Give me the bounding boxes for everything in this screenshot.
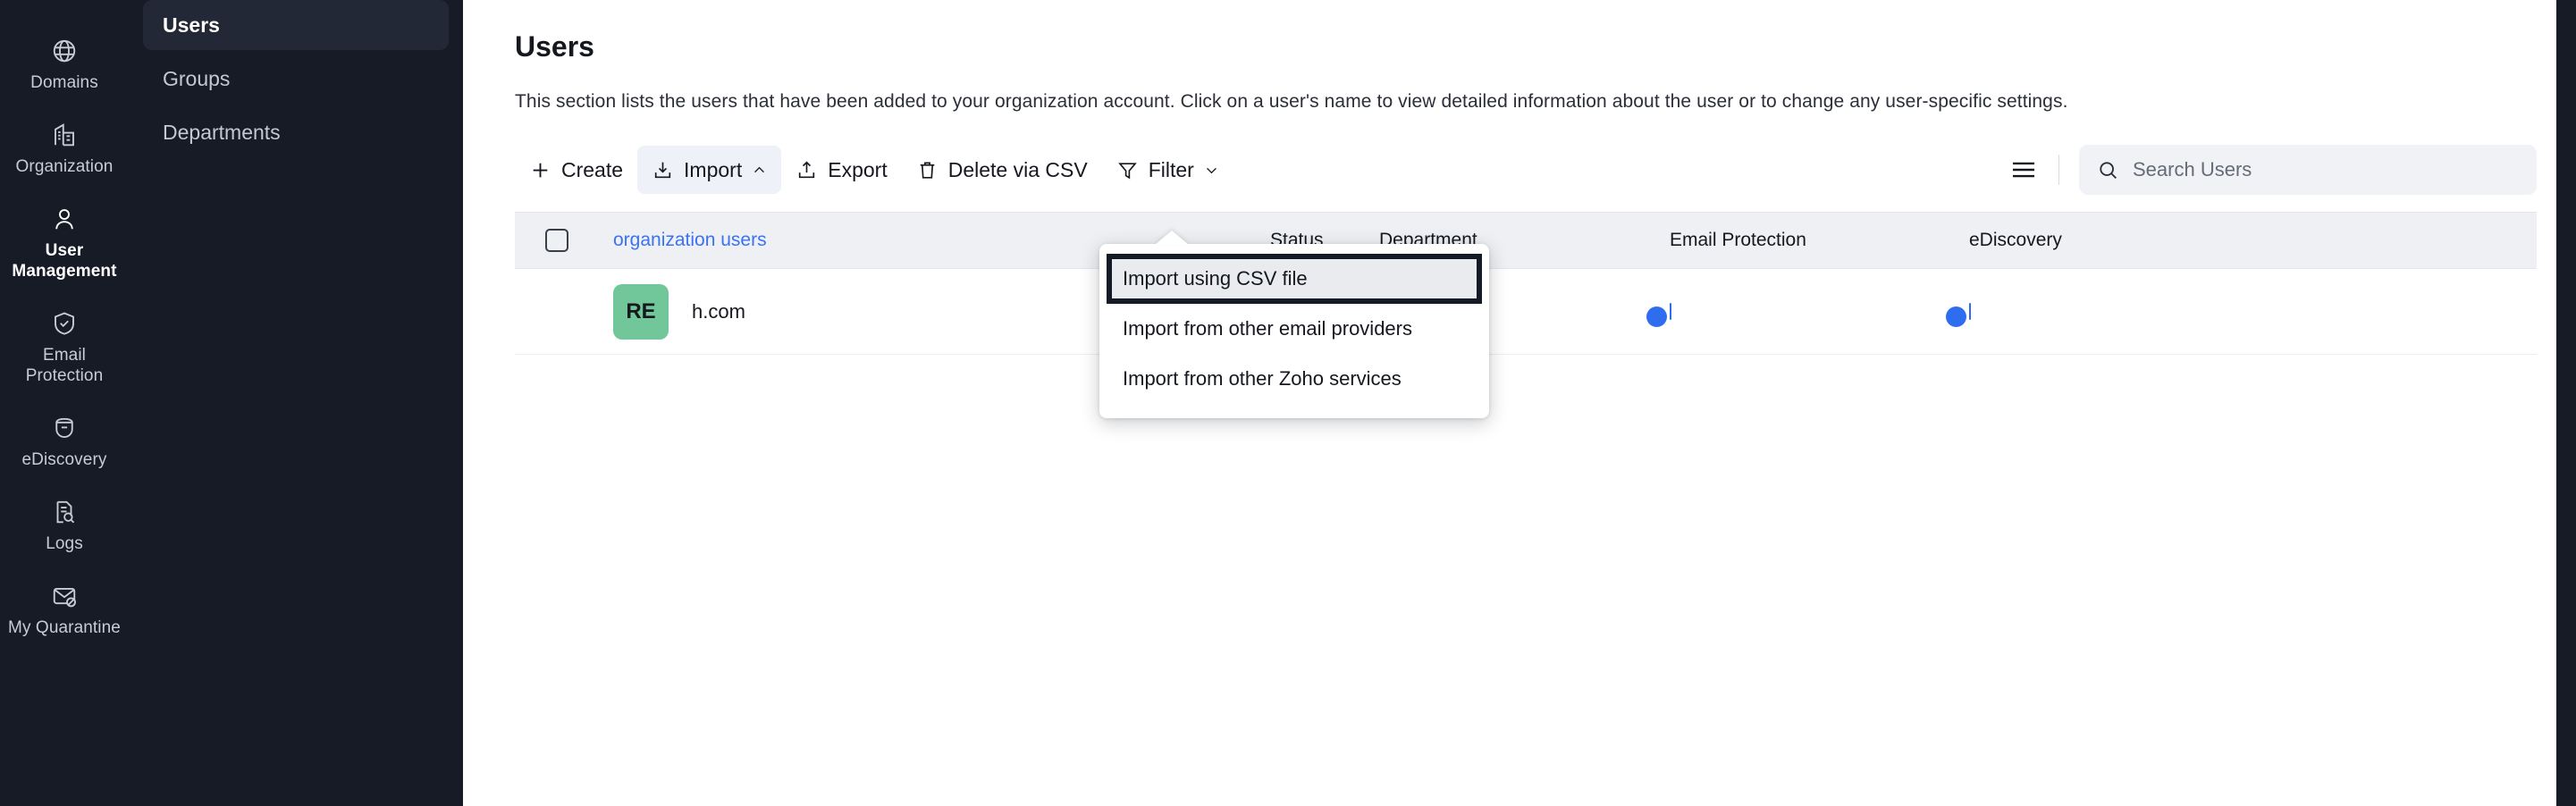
create-button[interactable]: Create [515,146,637,194]
menu-panel: Import using CSV file Import from other … [1099,244,1489,418]
filter-label: Filter [1149,158,1194,182]
select-all-checkbox[interactable] [545,229,568,252]
delete-label: Delete via CSV [948,158,1088,182]
menu-item-label: Import from other email providers [1123,317,1412,340]
sidebar-item-label: Departments [163,121,281,145]
row-select-cell [515,300,613,323]
toolbar-right-group [2008,142,2537,197]
select-all-cell [515,229,613,252]
sidebar-label: Organization [16,156,114,177]
sidebar-item-email-protection[interactable]: Email Protection [0,298,129,402]
hamburger-icon[interactable] [2008,155,2039,185]
trash-icon [916,159,939,181]
table-row[interactable]: RE h.com None [515,269,2537,355]
page-description: This section lists the users that have b… [515,91,2576,113]
sidebar-item-ediscovery[interactable]: eDiscovery [0,402,129,486]
email-protection-cell [1670,304,1969,320]
import-label: Import [684,158,742,182]
document-search-icon [51,499,78,525]
ediscovery-toggle[interactable] [1969,303,1971,320]
delete-via-csv-button[interactable]: Delete via CSV [902,146,1102,194]
bag-icon [51,415,78,441]
export-icon [796,159,818,181]
sidebar-label: My Quarantine [8,617,121,638]
user-email[interactable]: h.com [692,300,745,323]
shield-check-icon [51,310,78,337]
sidebar-item-my-quarantine[interactable]: My Quarantine [0,570,129,654]
sidebar-item-label: Groups [163,67,230,91]
chevron-up-icon [752,163,767,178]
globe-icon [51,38,78,64]
menu-item-import-email-providers[interactable]: Import from other email providers [1099,304,1489,354]
create-label: Create [561,158,623,182]
search-box[interactable] [2079,145,2537,195]
export-label: Export [828,158,887,182]
email-protection-toggle[interactable] [1670,303,1671,320]
table-header-row: organization users Status Department Ema… [515,212,2537,269]
secondary-sidebar: Users Groups Departments [129,0,463,806]
filter-icon [1116,159,1139,181]
sidebar-label: eDiscovery [22,449,107,470]
primary-sidebar: Domains Organization User Management [0,0,129,806]
menu-caret-icon [1155,231,1189,245]
sidebar-item-user-management[interactable]: User Management [0,193,129,298]
toolbar-divider [2058,155,2059,185]
search-input[interactable] [2133,158,2519,181]
sidebar-item-groups[interactable]: Groups [143,54,449,104]
sidebar-label: User Management [5,240,123,281]
menu-item-label: Import using CSV file [1123,267,1308,290]
menu-item-label: Import from other Zoho services [1123,367,1402,390]
plus-icon [529,159,551,181]
toolbar: Create Import [515,142,2576,197]
sidebar-label: Logs [46,533,83,554]
chevron-down-icon [1204,163,1219,178]
sidebar-label: Domains [30,72,98,93]
sidebar-item-departments[interactable]: Departments [143,107,449,157]
avatar: RE [613,284,669,340]
sidebar-item-label: Users [163,13,220,38]
building-icon [51,122,78,148]
sidebar-item-organization[interactable]: Organization [0,109,129,193]
main-content: Users This section lists the users that … [463,0,2576,806]
export-button[interactable]: Export [781,146,901,194]
sidebar-item-domains[interactable]: Domains [0,25,129,109]
mail-block-icon [51,583,78,609]
search-icon [2097,159,2119,181]
app-root: Domains Organization User Management [0,0,2576,806]
import-icon [652,159,674,181]
filter-button[interactable]: Filter [1102,146,1233,194]
sidebar-label: Email Protection [5,345,123,386]
menu-item-import-csv[interactable]: Import using CSV file [1107,254,1482,304]
import-button[interactable]: Import [637,146,781,194]
ediscovery-cell [1969,304,2237,320]
sidebar-item-logs[interactable]: Logs [0,486,129,570]
page-title: Users [515,30,2576,63]
sidebar-item-users[interactable]: Users [143,0,449,50]
menu-item-import-zoho-services[interactable]: Import from other Zoho services [1099,354,1489,404]
column-header-ediscovery: eDiscovery [1969,230,2237,251]
right-edge-strip [2556,0,2576,806]
column-header-email-protection: Email Protection [1670,230,1969,251]
user-icon [51,206,78,232]
users-table: organization users Status Department Ema… [515,212,2537,355]
